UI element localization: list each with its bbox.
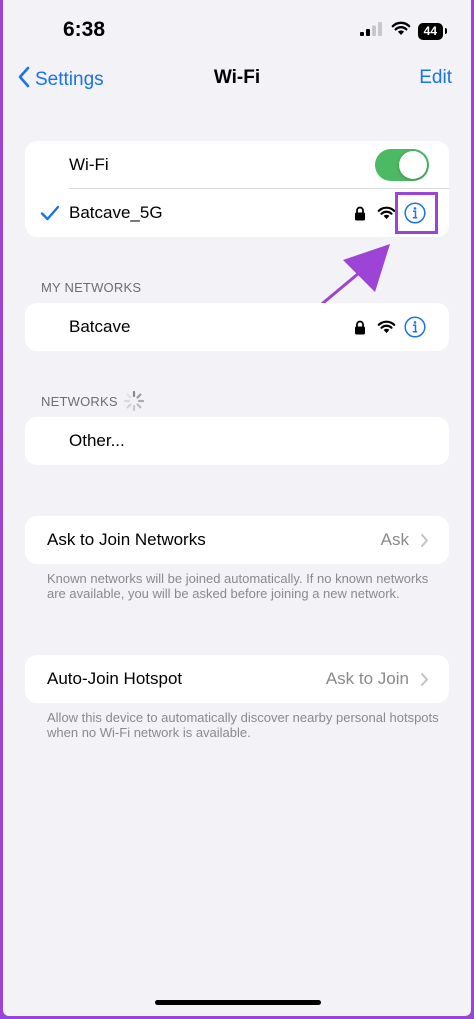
network-row-batcave[interactable]: Batcave <box>25 303 449 351</box>
spinner-icon <box>123 390 145 412</box>
ask-to-join-value: Ask <box>380 530 409 549</box>
wifi-group: Wi-Fi Batcave_5G <box>25 141 449 237</box>
edit-button[interactable]: Edit <box>419 67 452 89</box>
auto-join-group: Auto-Join Hotspot Ask to Join <box>25 655 449 703</box>
wifi-icon <box>377 320 396 334</box>
networks-header: NETWORKS <box>41 394 118 409</box>
connected-network-row[interactable]: Batcave_5G <box>25 189 449 237</box>
chevron-right-icon <box>420 672 429 687</box>
auto-join-label: Auto-Join Hotspot <box>47 669 183 688</box>
wifi-toggle-label: Wi-Fi <box>69 155 109 174</box>
wifi-settings-screen: 6:38 44 Settings Wi-Fi Edit Wi-Fi Batcav… <box>3 0 471 1016</box>
other-network-row[interactable]: Other... <box>25 417 449 465</box>
checkmark-icon <box>40 205 60 221</box>
cellular-signal-icon <box>359 21 384 41</box>
status-icons: 44 <box>359 21 448 41</box>
networks-group: Other... <box>25 417 449 465</box>
ask-to-join-group: Ask to Join Networks Ask <box>25 516 449 564</box>
annotation-highlight-box <box>395 192 438 234</box>
auto-join-row[interactable]: Auto-Join Hotspot Ask to Join <box>25 655 449 703</box>
network-name: Batcave <box>69 317 131 336</box>
lock-icon <box>354 206 366 221</box>
home-indicator[interactable] <box>155 1000 321 1005</box>
other-network-label: Other... <box>69 431 125 450</box>
wifi-toggle[interactable] <box>375 149 429 181</box>
ask-to-join-label: Ask to Join Networks <box>47 530 206 549</box>
chevron-right-icon <box>420 533 429 548</box>
battery-indicator: 44 <box>417 22 448 40</box>
ask-to-join-row[interactable]: Ask to Join Networks Ask <box>25 516 449 564</box>
my-networks-group: Batcave <box>25 303 449 351</box>
connected-network-name: Batcave_5G <box>69 203 163 222</box>
auto-join-footer: Allow this device to automatically disco… <box>47 710 439 740</box>
my-networks-header: MY NETWORKS <box>41 280 142 295</box>
wifi-icon <box>377 206 396 220</box>
status-time: 6:38 <box>63 18 106 41</box>
wifi-toggle-row: Wi-Fi <box>25 141 449 189</box>
toggle-knob <box>399 151 427 179</box>
wifi-status-icon <box>391 21 411 41</box>
auto-join-value: Ask to Join <box>325 669 409 688</box>
page-title: Wi-Fi <box>213 67 261 88</box>
ask-to-join-footer: Known networks will be joined automatica… <box>47 571 429 601</box>
lock-icon <box>354 320 366 335</box>
info-icon[interactable] <box>404 316 426 338</box>
